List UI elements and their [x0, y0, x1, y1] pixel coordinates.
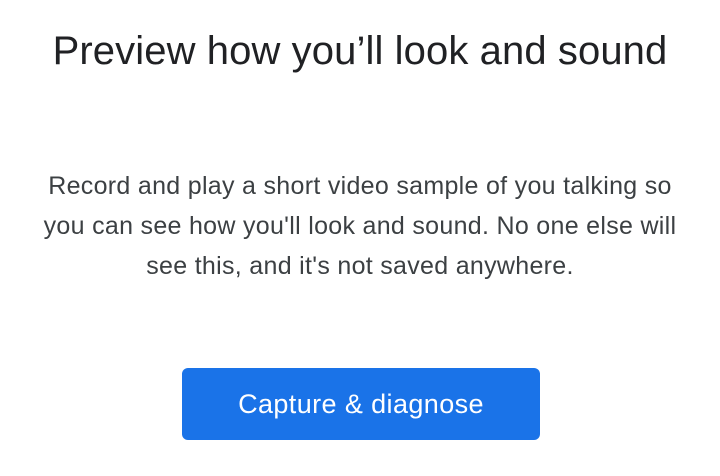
dialog-description: Record and play a short video sample of … [43, 172, 677, 280]
capture-and-diagnose-button[interactable]: Capture & diagnose [182, 368, 540, 440]
dialog-title: Preview how you’ll look and sound [52, 29, 668, 73]
preview-dialog: Preview how you’ll look and sound Record… [0, 0, 720, 476]
